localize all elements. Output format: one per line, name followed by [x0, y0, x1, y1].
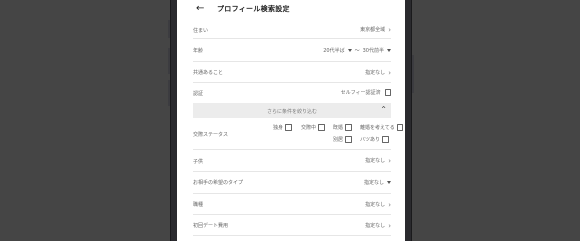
marital-option[interactable]: 離婚を考えてる	[360, 124, 404, 131]
chevron-up-icon[interactable]: ⌃	[380, 105, 387, 115]
age-from-value: 20代半ば	[323, 48, 345, 54]
first-date-cost-value: 指定なし	[365, 223, 386, 229]
common-label: 共通あること	[193, 70, 224, 76]
residence-row[interactable]: 住まい 東京都全域 ›	[193, 20, 391, 39]
back-arrow-icon[interactable]: ←	[196, 3, 204, 15]
option-checkbox[interactable]	[396, 124, 404, 131]
chevron-right-icon: ›	[388, 221, 391, 230]
verification-row: 認証 セルフィー認証済	[193, 83, 391, 103]
marital-option[interactable]: 交際中	[301, 124, 325, 131]
occupation-value: 指定なし	[365, 202, 386, 208]
option-checkbox[interactable]	[382, 136, 389, 143]
phone-volume-down-button	[168, 80, 170, 106]
preferred-type-row[interactable]: お相手の希望のタイプ 指定なし	[193, 172, 391, 194]
common-row[interactable]: 共通あること 指定なし ›	[193, 62, 391, 83]
phone-volume-up-button	[168, 48, 170, 74]
phone-frame: ← プロフィール検索設定 住まい 東京都全域 › 年齢 20代半ば 〜 30代前…	[168, 0, 414, 241]
chevron-right-icon: ›	[388, 200, 391, 209]
chevron-right-icon: ›	[388, 156, 391, 165]
dropdown-arrow-icon	[347, 49, 352, 52]
marital-status-label: 交際ステータス	[193, 132, 229, 138]
verification-checkbox[interactable]	[384, 89, 391, 96]
children-label: 子供	[193, 159, 204, 165]
dropdown-arrow-icon	[387, 181, 391, 184]
option-label: 既婚	[333, 125, 344, 131]
option-checkbox[interactable]	[285, 124, 292, 131]
header: ← プロフィール検索設定	[177, 0, 405, 19]
age-to-value: 30代前半	[362, 48, 384, 54]
occupation-row[interactable]: 職種 指定なし ›	[193, 194, 391, 215]
dropdown-arrow-icon	[387, 49, 391, 52]
chevron-right-icon: ›	[388, 25, 391, 34]
age-range-separator: 〜	[354, 48, 360, 54]
phone-power-button	[412, 55, 414, 93]
marital-status-row: 交際ステータス 独身 交際中 既婚 離婚を考えてる 別居 バツあり	[193, 119, 404, 150]
option-label: 交際中	[301, 125, 317, 131]
age-from-select[interactable]: 20代半ば	[323, 47, 352, 54]
app-screen: ← プロフィール検索設定 住まい 東京都全域 › 年齢 20代半ば 〜 30代前…	[177, 0, 405, 241]
common-value: 指定なし	[365, 70, 386, 76]
more-filters-label: さらに条件を絞り込む	[266, 109, 317, 115]
children-value: 指定なし	[365, 158, 386, 164]
preferred-type-label: お相手の希望のタイプ	[193, 180, 244, 186]
option-label: バツあり	[360, 137, 381, 143]
option-label: 独身	[273, 125, 284, 131]
residence-value: 東京都全域	[360, 27, 386, 33]
option-label: 別居	[333, 137, 344, 143]
children-row[interactable]: 子供 指定なし ›	[193, 150, 391, 172]
age-to-select[interactable]: 30代前半	[363, 47, 391, 54]
phone-side-button	[168, 20, 170, 38]
option-checkbox[interactable]	[345, 124, 352, 131]
option-label: 離婚を考えてる	[360, 125, 395, 131]
preferred-type-value: 指定なし	[363, 180, 384, 186]
age-row: 年齢 20代半ば 〜 30代前半	[193, 39, 391, 62]
marital-option[interactable]: 既婚	[333, 124, 352, 131]
verification-value: セルフィー認証済	[340, 90, 381, 96]
occupation-label: 職種	[193, 202, 204, 208]
age-label: 年齢	[193, 48, 204, 54]
verification-label: 認証	[193, 91, 204, 97]
page-title: プロフィール検索設定	[217, 5, 290, 13]
more-filters-toggle[interactable]: さらに条件を絞り込む ⌃	[193, 103, 391, 118]
option-checkbox[interactable]	[345, 136, 352, 143]
chevron-right-icon: ›	[388, 68, 391, 77]
first-date-cost-label: 初回デート費用	[193, 223, 229, 229]
option-checkbox[interactable]	[318, 124, 325, 131]
marital-option[interactable]: 独身	[273, 124, 292, 131]
marital-option[interactable]: バツあり	[360, 136, 389, 143]
first-date-cost-row[interactable]: 初回デート費用 指定なし ›	[193, 215, 391, 236]
residence-label: 住まい	[193, 28, 209, 34]
marital-option[interactable]: 別居	[333, 136, 352, 143]
